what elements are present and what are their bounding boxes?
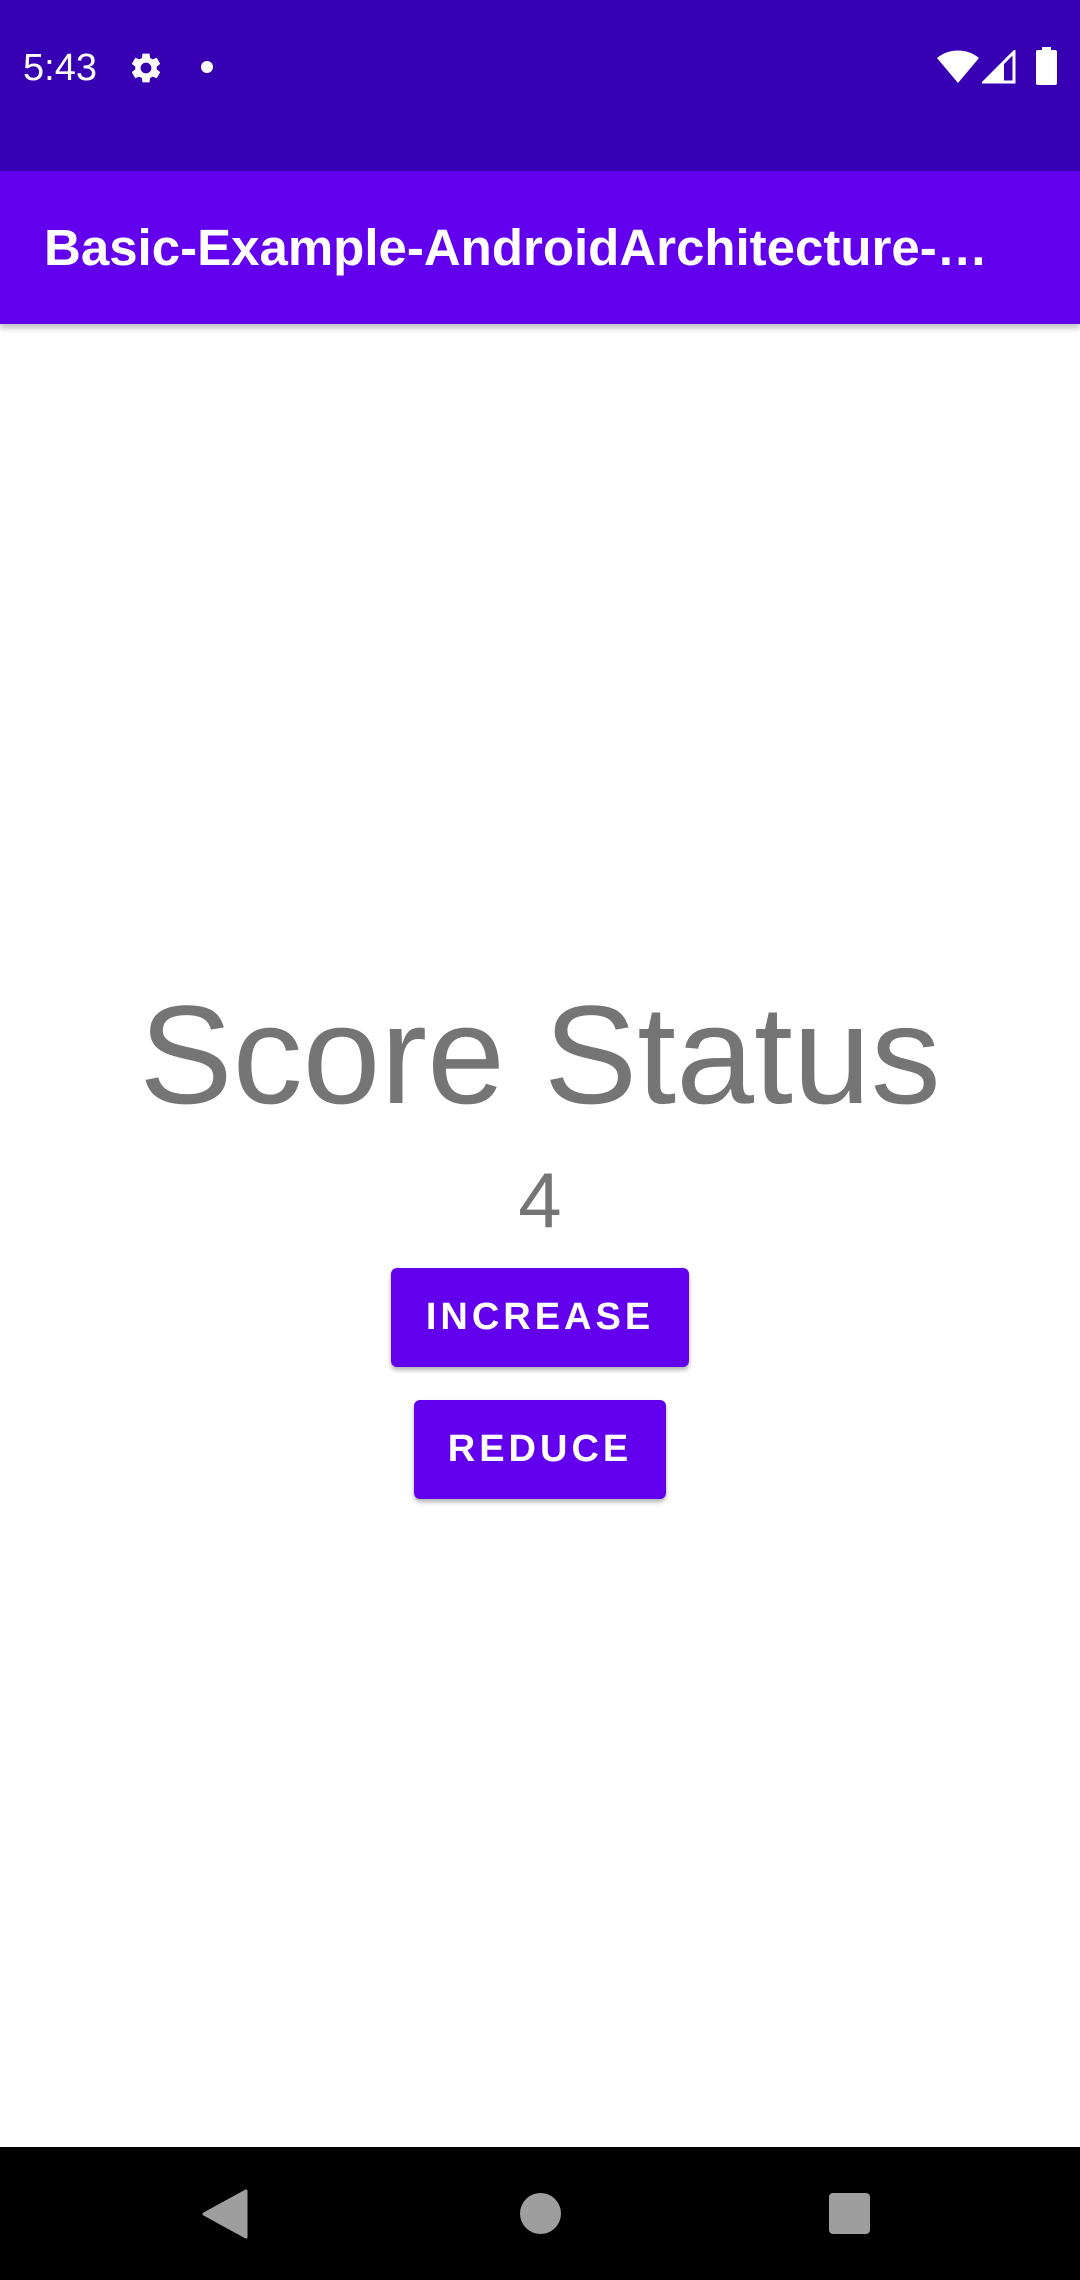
notification-dot-icon — [201, 61, 213, 73]
score-value: 4 — [518, 1156, 562, 1244]
gear-icon — [131, 53, 161, 83]
status-bar: 5:43 — [0, 0, 1080, 171]
reduce-button[interactable]: REDUCE — [414, 1400, 666, 1499]
navigation-bar — [0, 2147, 1080, 2280]
status-time: 5:43 — [23, 47, 97, 89]
app-screen: 5:43 Basic-Example-AndroidArchitecture-…… — [0, 0, 1080, 2280]
back-icon[interactable] — [202, 2189, 248, 2239]
home-icon[interactable] — [520, 2193, 561, 2234]
recents-icon[interactable] — [829, 2193, 870, 2234]
score-status-title: Score Status — [139, 976, 941, 1133]
increase-button[interactable]: INCREASE — [391, 1268, 689, 1367]
battery-icon — [1036, 47, 1057, 85]
app-bar: Basic-Example-AndroidArchitecture-… — [0, 171, 1080, 324]
wifi-icon — [937, 50, 979, 83]
app-title: Basic-Example-AndroidArchitecture-… — [44, 219, 988, 276]
signal-icon — [982, 50, 1016, 84]
